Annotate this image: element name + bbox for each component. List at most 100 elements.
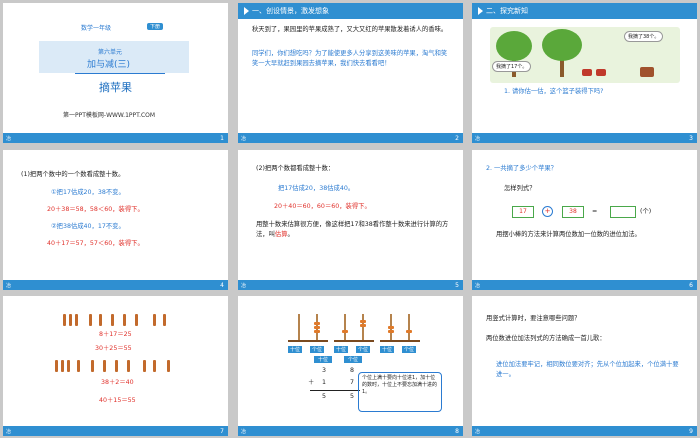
abacus-2 xyxy=(334,314,374,342)
stick-bundle xyxy=(115,360,118,372)
vertical-row-2-ones: 7 xyxy=(350,379,355,386)
vertical-sum-tens: 5 xyxy=(322,393,327,400)
abacus-rod xyxy=(362,314,364,340)
abacus-1 xyxy=(288,314,328,342)
stick-bundle xyxy=(167,360,170,372)
column-header-tens: 十位 xyxy=(314,356,333,363)
abacus-bead xyxy=(314,322,320,325)
abacus-rod xyxy=(408,314,410,340)
slide-number: 9 xyxy=(689,428,693,435)
description-text: 用摆小棒的方法来计算两位数加一位数的进位加法。 xyxy=(496,231,641,238)
apple-tree xyxy=(542,29,582,61)
slide-thumbnail-6[interactable]: 2. 一共摘了多少个苹果？ 怎样列式？ 17 + 38 = (个) 用摆小棒的方… xyxy=(472,150,697,290)
stick-bundle xyxy=(143,360,146,372)
apple-crate xyxy=(640,67,654,77)
vertical-row-2-tens: 1 xyxy=(322,379,327,386)
stick-bundle xyxy=(127,360,130,372)
abacus-bead xyxy=(360,320,366,323)
vertical-sum-ones: 5 xyxy=(350,393,355,400)
slide-footer xyxy=(238,133,463,143)
slide-thumbnail-8[interactable]: 十位 个位 十位 个位 十位 个位 十位 个位 3 8 ＋ 1 7 5 5 个位… xyxy=(238,296,463,436)
answer-box[interactable] xyxy=(610,206,636,218)
question-2: 两位数进位加法列式的方法确成一首儿歌： xyxy=(486,335,606,342)
estimate-step: 把17估成20，38估成40。 xyxy=(278,185,355,192)
footer-label: 冶 xyxy=(475,136,481,142)
slide-number: 5 xyxy=(455,282,459,289)
footer-label: 冶 xyxy=(475,283,481,289)
equation-1: 8＋17＝25 xyxy=(99,331,132,338)
method-heading: (1)把两个数中的一个数看成整十数。 xyxy=(21,171,125,178)
abacus-rod xyxy=(344,314,346,340)
abacus-rod xyxy=(298,314,300,340)
slide-footer xyxy=(472,426,697,436)
footer-label: 冶 xyxy=(241,283,247,289)
equation-2: 30＋25＝55 xyxy=(95,345,132,352)
estimate-result-2: 40＋17＝57，57＜60，装得下。 xyxy=(47,240,144,247)
abacus-ones-label: 个位 xyxy=(402,346,417,353)
slide-number: 2 xyxy=(455,135,459,142)
question-1: 用竖式计算时，要注意哪些问题？ xyxy=(486,315,581,322)
stick-bundle xyxy=(99,314,102,326)
stick-bundle xyxy=(103,360,106,372)
footer-label: 冶 xyxy=(475,429,481,435)
slide-footer xyxy=(3,280,228,290)
footer-label: 冶 xyxy=(6,283,12,289)
apple-basket xyxy=(596,69,606,76)
slide-thumbnail-2[interactable]: 一、创设情景，激发想象 秋天到了，果园里的苹果成熟了，又大又红的苹果散发着诱人的… xyxy=(238,3,463,143)
abacus-tens-label: 十位 xyxy=(334,346,349,353)
stick-bundle xyxy=(63,314,66,326)
slide-footer xyxy=(3,133,228,143)
slide-thumbnail-3[interactable]: 二、探究新知 我摘了17个。 我摘了38个。 1. 请你估一估，这个篮子装得下吗… xyxy=(472,3,697,143)
estimate-step-1: ①把17估成20，38不变。 xyxy=(51,189,125,196)
abacus-bead xyxy=(388,330,394,333)
speech-bubble-1: 我摘了17个。 xyxy=(492,61,532,72)
abacus-3 xyxy=(380,314,420,342)
column-header-ones: 个位 xyxy=(344,356,363,363)
equals-sign: = xyxy=(592,208,598,215)
abacus-bead xyxy=(314,330,320,333)
slide-thumbnail-1[interactable]: 数学一年级 下册 第六单元 加与减(三) 摘苹果 第一PPT模板网-WWW.1P… xyxy=(3,3,228,143)
abacus-tens-label: 十位 xyxy=(380,346,395,353)
apple-basket xyxy=(582,69,592,76)
unit-label: (个) xyxy=(640,208,652,215)
abacus-ones-label: 个位 xyxy=(356,346,371,353)
carry-rule-note: 个位上满十要向十位进1，加十位的数时，十位上不要忘加满十进的1。 xyxy=(358,372,442,412)
slide-thumbnail-4[interactable]: (1)把两个数中的一个数看成整十数。 ①把17估成20，38不变。 20＋38＝… xyxy=(3,150,228,290)
triangle-icon xyxy=(244,7,249,15)
abacus-bead xyxy=(314,326,320,329)
estimate-step-2: ②把38估成40，17不变。 xyxy=(51,223,125,230)
keyword-estimation: 估算 xyxy=(274,231,288,238)
unit-label: 第六单元 xyxy=(98,49,123,56)
footer-label: 冶 xyxy=(6,136,12,142)
slide-thumbnail-5[interactable]: (2)把两个数都看成整十数： 把17估成20，38估成40。 20＋40＝60，… xyxy=(238,150,463,290)
stick-bundle xyxy=(123,314,126,326)
slide-footer xyxy=(472,280,697,290)
method-heading: (2)把两个数都看成整十数： xyxy=(256,165,335,172)
question-heading: 2. 一共摘了多少个苹果？ xyxy=(486,165,557,172)
slide-thumbnail-7[interactable]: 8＋17＝25 30＋25＝55 38＋2＝40 40＋15＝55 冶 7 xyxy=(3,296,228,436)
addend-box-1: 17 xyxy=(512,206,534,218)
stick-bundle xyxy=(163,314,166,326)
stick-bundle xyxy=(135,314,138,326)
stick-bundle xyxy=(111,314,114,326)
paragraph-2: 同学们，你们想吃吗？为了能使更多人分享到这美味的苹果，淘气和笑笑一大早就赶到果园… xyxy=(252,50,448,67)
slide-header: 一、创设情景，激发想象 xyxy=(238,3,463,19)
abacus-bead xyxy=(360,324,366,327)
stick-bundle xyxy=(55,360,58,372)
equation-3: 38＋2＝40 xyxy=(101,379,134,386)
prompt-text: 怎样列式？ xyxy=(504,185,536,192)
slide-footer xyxy=(238,426,463,436)
slide-number: 3 xyxy=(689,135,693,142)
slide-number: 6 xyxy=(689,282,693,289)
lesson-title: 摘苹果 xyxy=(99,81,132,94)
slide-number: 1 xyxy=(220,135,224,142)
apple-tree xyxy=(496,31,532,61)
slide-thumbnail-9[interactable]: 用竖式计算时，要注意哪些问题？ 两位数进位加法列式的方法确成一首儿歌： 进位加法… xyxy=(472,296,697,436)
stick-bundle xyxy=(91,360,94,372)
estimate-result-1: 20＋38＝58，58＜60，装得下。 xyxy=(47,206,144,213)
vertical-row-1-tens: 3 xyxy=(322,367,327,374)
slide-number: 8 xyxy=(455,428,459,435)
chapter-title: 加与减(三) xyxy=(87,60,131,70)
orchard-illustration: 我摘了17个。 我摘了38个。 xyxy=(490,27,680,83)
header-text: 一、创设情景，激发想象 xyxy=(252,7,329,15)
